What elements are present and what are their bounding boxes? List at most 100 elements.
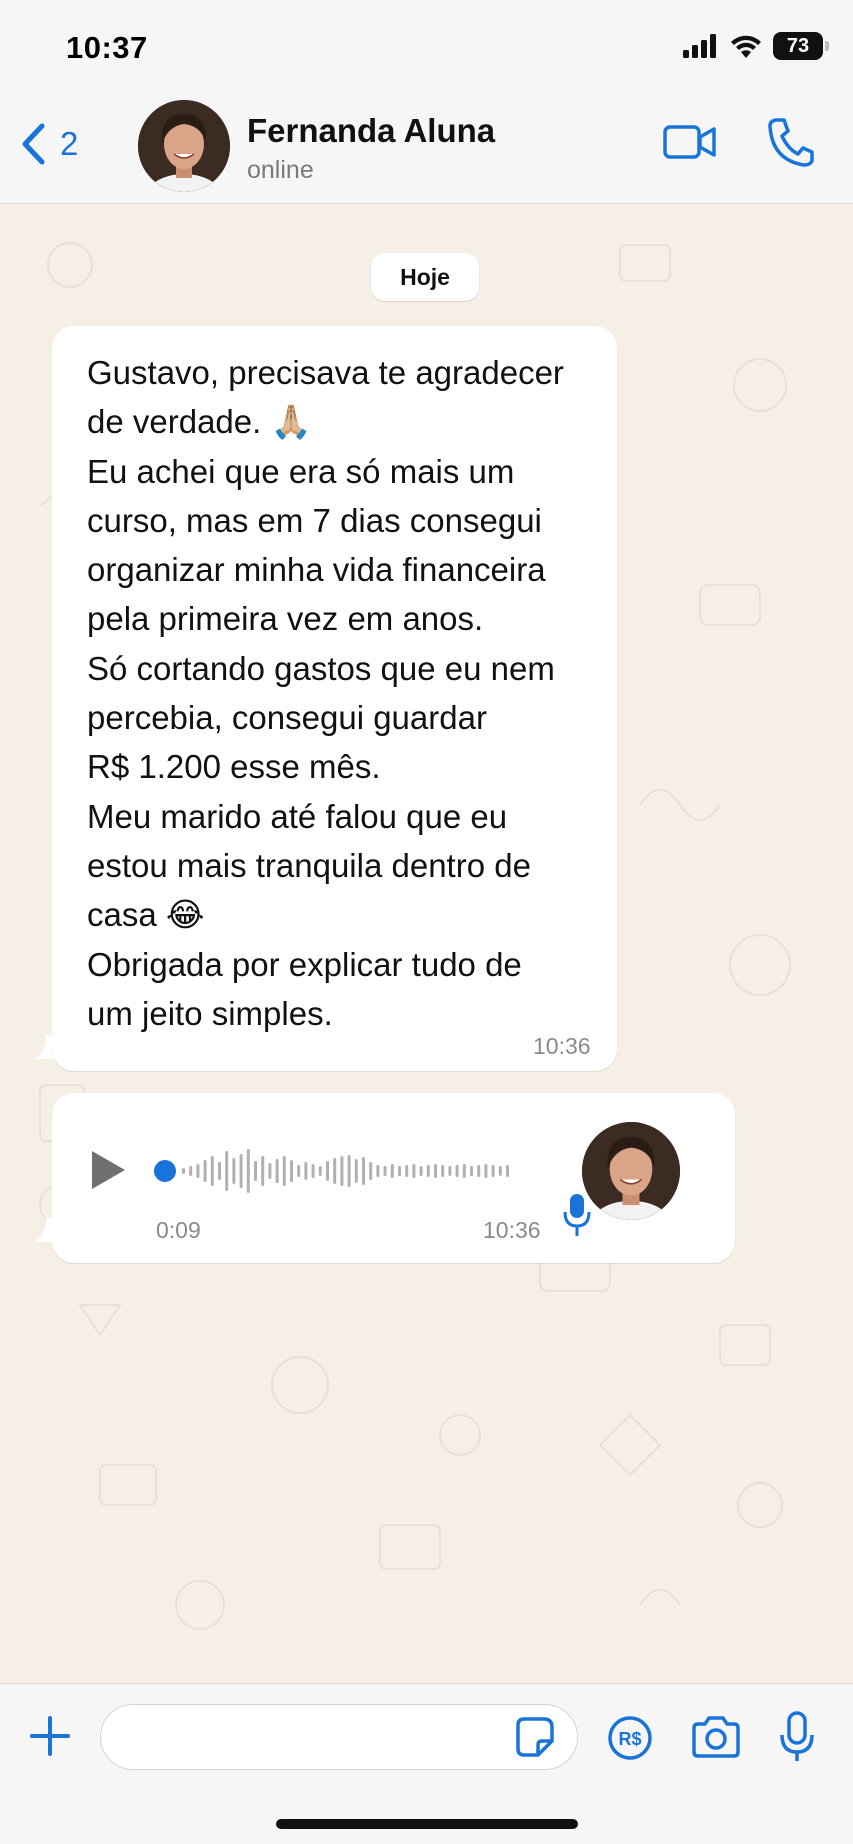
waveform-bar xyxy=(304,1162,308,1180)
waveform-bar xyxy=(196,1164,200,1178)
message-line: um jeito simples. xyxy=(87,994,333,1032)
battery-level: 73 xyxy=(786,34,810,57)
message-text: Gustavo, precisava te agradecer de verda… xyxy=(87,348,607,1038)
sticker-button[interactable] xyxy=(512,1715,556,1764)
video-icon xyxy=(663,125,716,159)
play-icon xyxy=(92,1151,125,1189)
message-line: de verdade. 🙏🏼 xyxy=(87,403,312,441)
message-line: percebia, consegui guardar xyxy=(87,699,487,737)
waveform-bar xyxy=(477,1165,481,1177)
waveform-bar xyxy=(426,1165,430,1177)
waveform-bar xyxy=(254,1161,257,1181)
status-time: 10:37 xyxy=(66,30,148,65)
waveform-bar xyxy=(232,1158,236,1184)
camera-button[interactable] xyxy=(690,1714,742,1765)
contact-name[interactable]: Fernanda Aluna xyxy=(247,112,495,150)
message-line: Eu achei que era só mais um xyxy=(87,452,515,490)
signal-icon xyxy=(683,34,716,58)
waveform-bar xyxy=(340,1156,344,1186)
message-line: Obrigada por explicar tudo de xyxy=(87,945,522,983)
waveform-bar xyxy=(369,1162,373,1180)
waveform-bar xyxy=(362,1157,365,1185)
waveform-bar xyxy=(239,1154,243,1188)
message-input[interactable] xyxy=(100,1704,578,1770)
payment-button[interactable]: R$ xyxy=(606,1714,654,1767)
waveform-bar xyxy=(246,1149,250,1193)
waveform-bar xyxy=(218,1162,221,1180)
video-call-button[interactable] xyxy=(662,122,718,167)
waveform-bar xyxy=(448,1166,452,1176)
waveform-bar xyxy=(347,1155,351,1187)
payment-label: R$ xyxy=(618,1729,641,1749)
audio-play-button[interactable] xyxy=(88,1148,128,1197)
waveform-bar xyxy=(318,1166,322,1176)
input-bar: R$ xyxy=(0,1683,853,1844)
waveform-bar xyxy=(333,1158,337,1184)
audio-progress-dot xyxy=(154,1160,176,1182)
battery-icon: 73 xyxy=(773,32,829,60)
audio-mic-badge xyxy=(562,1192,592,1243)
waveform-bar xyxy=(282,1156,286,1186)
waveform-bar xyxy=(434,1164,437,1178)
attach-button[interactable] xyxy=(28,1714,72,1763)
waveform-bar xyxy=(470,1166,473,1176)
waveform-bar xyxy=(275,1159,279,1183)
message-line: R$ 1.200 esse mês. xyxy=(87,748,381,786)
audio-time: 10:36 xyxy=(483,1217,541,1243)
back-unread-count: 2 xyxy=(60,125,79,162)
mic-icon xyxy=(563,1194,591,1236)
waveform-bar xyxy=(203,1160,207,1182)
waveform-bar xyxy=(491,1165,495,1177)
home-indicator xyxy=(276,1819,578,1829)
waveform-bar xyxy=(506,1165,509,1177)
contact-avatar[interactable] xyxy=(138,100,230,192)
date-chip: Hoje xyxy=(371,253,479,301)
message-line: pela primeira vez em anos. xyxy=(87,600,484,638)
waveform-bar xyxy=(405,1165,409,1177)
message-line: estou mais tranquila dentro de xyxy=(87,846,531,884)
waveform-bar xyxy=(326,1161,329,1181)
camera-icon xyxy=(692,1716,740,1758)
waveform-bar xyxy=(182,1168,185,1174)
payment-icon: R$ xyxy=(608,1716,652,1760)
voice-record-button[interactable] xyxy=(778,1710,816,1769)
sticker-icon xyxy=(516,1717,554,1757)
message-line: Meu marido até falou que eu xyxy=(87,797,508,835)
back-button[interactable]: 2 xyxy=(20,122,78,166)
chevron-left-icon xyxy=(22,123,45,165)
avatar-image xyxy=(582,1122,680,1220)
waveform-bar xyxy=(455,1165,459,1177)
plus-icon xyxy=(30,1716,70,1756)
waveform-bar xyxy=(261,1156,265,1186)
waveform-bar xyxy=(297,1165,301,1177)
mic-icon xyxy=(780,1711,814,1761)
waveform-bar xyxy=(462,1164,466,1178)
waveform-bar xyxy=(189,1166,193,1176)
audio-waveform[interactable] xyxy=(152,1143,522,1199)
avatar-image xyxy=(138,100,230,192)
waveform-bar xyxy=(441,1165,445,1177)
audio-sender-avatar xyxy=(582,1122,680,1220)
message-line: organizar minha vida financeira xyxy=(87,551,546,589)
audio-duration: 0:09 xyxy=(156,1217,201,1243)
waveform-bar xyxy=(484,1164,488,1178)
message-time: 10:36 xyxy=(533,1033,591,1059)
waveform-bar xyxy=(311,1164,315,1178)
phone-icon xyxy=(768,118,814,167)
waveform-bar xyxy=(498,1166,502,1176)
contact-status: online xyxy=(247,156,314,184)
waveform-bar xyxy=(210,1156,214,1186)
message-line: Só cortando gastos que eu nem xyxy=(87,649,555,687)
chat-header: 2 Fernanda Aluna online xyxy=(0,92,853,204)
voice-call-button[interactable] xyxy=(766,116,814,173)
status-icons: 73 xyxy=(683,32,829,60)
waveform-bar xyxy=(390,1164,394,1178)
message-line: casa 😂 xyxy=(87,896,205,934)
message-line: Gustavo, precisava te agradecer xyxy=(87,354,564,391)
wifi-icon xyxy=(731,35,761,58)
waveform-bar xyxy=(398,1166,401,1176)
waveform-bar xyxy=(383,1166,387,1176)
waveform-bar xyxy=(225,1151,229,1191)
waveform-bar xyxy=(419,1166,423,1176)
status-bar: 10:37 73 xyxy=(0,0,853,92)
